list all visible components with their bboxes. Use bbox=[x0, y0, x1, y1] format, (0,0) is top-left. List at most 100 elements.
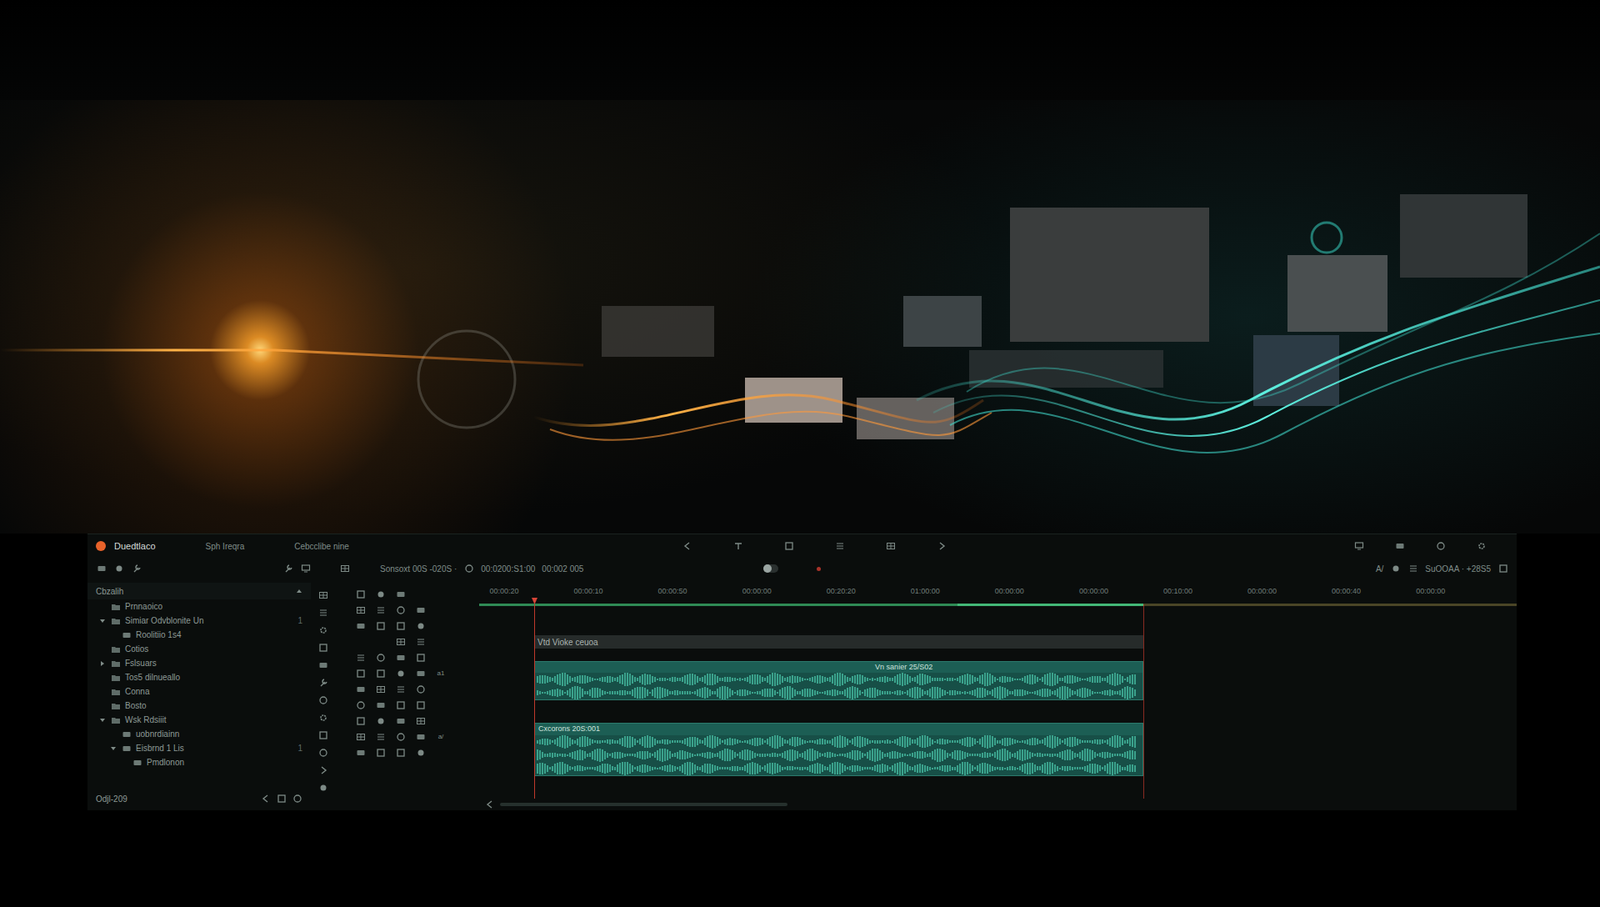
tool-icon[interactable] bbox=[130, 563, 142, 575]
snap-switch[interactable] bbox=[763, 564, 779, 573]
scroll-left-icon[interactable] bbox=[484, 799, 495, 810]
track-control-icon[interactable] bbox=[355, 683, 367, 695]
track-control-icon[interactable] bbox=[415, 604, 427, 615]
track-control-icon[interactable] bbox=[415, 746, 427, 758]
tool-icon[interactable] bbox=[318, 676, 330, 688]
effects-icon[interactable] bbox=[113, 563, 125, 575]
export-icon[interactable] bbox=[1394, 540, 1405, 552]
expand-arrow[interactable] bbox=[99, 603, 106, 610]
track-control-icon[interactable] bbox=[395, 651, 407, 663]
track-control-icon[interactable] bbox=[375, 588, 387, 600]
clip-icon[interactable] bbox=[784, 540, 795, 552]
layout-icon[interactable] bbox=[339, 563, 350, 575]
browser-item[interactable]: uobnrdiainn bbox=[87, 726, 311, 741]
expand-arrow[interactable] bbox=[110, 631, 117, 639]
track-control-icon[interactable] bbox=[395, 667, 407, 679]
track-control-icon[interactable] bbox=[375, 746, 387, 758]
text-icon[interactable] bbox=[733, 540, 745, 552]
grid-view-icon[interactable] bbox=[291, 793, 303, 805]
expand-arrow[interactable] bbox=[99, 716, 106, 724]
fullscreen-icon[interactable] bbox=[1497, 563, 1509, 575]
menu-item[interactable]: Cebcclibe nine bbox=[294, 540, 350, 553]
track-control-icon[interactable] bbox=[375, 730, 387, 742]
track-control-icon[interactable] bbox=[415, 683, 427, 695]
tool-icon[interactable] bbox=[318, 624, 330, 635]
track-control-icon[interactable] bbox=[395, 715, 407, 726]
browser-item[interactable]: Tos5 dilnueallo bbox=[87, 670, 311, 685]
track-control-icon[interactable] bbox=[355, 667, 367, 679]
track-control-icon[interactable] bbox=[375, 715, 387, 726]
browser-item[interactable]: Fslsuars bbox=[87, 655, 311, 670]
search-icon[interactable] bbox=[1435, 540, 1446, 552]
track-control-icon[interactable] bbox=[355, 620, 367, 631]
browser-item[interactable]: Wsk Rdsiiit bbox=[87, 712, 311, 727]
tool-icon[interactable] bbox=[318, 781, 330, 793]
track-control-icon[interactable] bbox=[375, 651, 387, 663]
track-control-icon[interactable] bbox=[375, 604, 387, 615]
expand-arrow[interactable] bbox=[110, 730, 117, 738]
track-control-icon[interactable] bbox=[355, 715, 367, 726]
track-control-icon[interactable] bbox=[355, 746, 367, 758]
track-control-icon[interactable] bbox=[355, 604, 367, 615]
tool-icon[interactable] bbox=[318, 606, 330, 618]
sync-icon[interactable] bbox=[463, 563, 475, 575]
track-control-icon[interactable] bbox=[355, 588, 367, 600]
track-control-icon[interactable] bbox=[415, 651, 427, 663]
browser-item[interactable]: Prnnaoico bbox=[87, 599, 311, 614]
collapse-arrow[interactable] bbox=[295, 587, 303, 595]
media-icon[interactable] bbox=[95, 563, 107, 575]
track-control-icon[interactable] bbox=[415, 730, 427, 742]
track-control-icon[interactable] bbox=[355, 730, 367, 742]
playhead[interactable] bbox=[534, 604, 535, 799]
timeline-clip[interactable]: Vn sanier 25/S02 bbox=[534, 660, 1144, 701]
tool-icon[interactable] bbox=[318, 729, 330, 740]
track-control-icon[interactable] bbox=[375, 683, 387, 695]
expand-arrow[interactable] bbox=[99, 617, 106, 625]
browser-item[interactable]: Simiar Odvblonite Un1 bbox=[87, 613, 311, 628]
track-control-icon[interactable] bbox=[415, 667, 427, 679]
list-view-icon[interactable] bbox=[275, 793, 287, 805]
expand-arrow[interactable] bbox=[99, 674, 106, 681]
browser-item[interactable]: Roolitiio 1s4 bbox=[87, 627, 311, 642]
browser-item[interactable]: Cotios bbox=[87, 641, 311, 656]
expand-arrow[interactable] bbox=[120, 759, 128, 766]
timeline-scrollbar[interactable] bbox=[479, 798, 1517, 810]
track-control-icon[interactable] bbox=[375, 667, 387, 679]
view-icon[interactable] bbox=[1353, 540, 1365, 552]
tool-icon[interactable] bbox=[318, 659, 330, 670]
tool-icon[interactable] bbox=[318, 694, 330, 705]
track-control-icon[interactable] bbox=[395, 683, 407, 695]
expand-arrow[interactable] bbox=[99, 688, 106, 695]
work-range[interactable] bbox=[479, 603, 1517, 606]
track-control-icon[interactable] bbox=[415, 635, 427, 647]
meter-icon[interactable] bbox=[1407, 563, 1419, 575]
browser-item[interactable]: Pmdlonon bbox=[87, 755, 311, 770]
track-control-icon[interactable] bbox=[415, 715, 427, 726]
track-control-icon[interactable] bbox=[415, 620, 427, 631]
tool-icon[interactable] bbox=[318, 746, 330, 758]
track-control-icon[interactable] bbox=[375, 699, 387, 710]
track-control-icon[interactable] bbox=[395, 604, 407, 615]
menu-item[interactable]: Sph Ireqra bbox=[205, 540, 245, 553]
tool-icon[interactable] bbox=[318, 711, 330, 723]
list-icon[interactable] bbox=[835, 540, 846, 552]
browser-item[interactable]: Bosto bbox=[87, 698, 311, 713]
logo-icon[interactable] bbox=[95, 540, 106, 551]
tool-icon[interactable] bbox=[282, 563, 294, 575]
back-icon[interactable] bbox=[260, 793, 271, 805]
tool-icon[interactable] bbox=[318, 764, 330, 775]
expand-arrow[interactable] bbox=[99, 660, 106, 667]
track-control-icon[interactable] bbox=[395, 730, 407, 742]
layout-icon[interactable] bbox=[885, 540, 897, 552]
track-control-icon[interactable] bbox=[355, 651, 367, 663]
track-control-icon[interactable] bbox=[375, 620, 387, 631]
prev-icon[interactable] bbox=[682, 540, 694, 552]
track-control-icon[interactable] bbox=[395, 635, 407, 647]
monitor-icon[interactable] bbox=[300, 563, 311, 575]
track-control-icon[interactable] bbox=[395, 699, 407, 710]
scroll-thumb[interactable] bbox=[500, 802, 788, 806]
track-control-icon[interactable] bbox=[395, 746, 407, 758]
tool-icon[interactable] bbox=[318, 641, 330, 653]
expand-arrow[interactable] bbox=[99, 702, 106, 710]
settings-icon[interactable] bbox=[1475, 540, 1487, 552]
